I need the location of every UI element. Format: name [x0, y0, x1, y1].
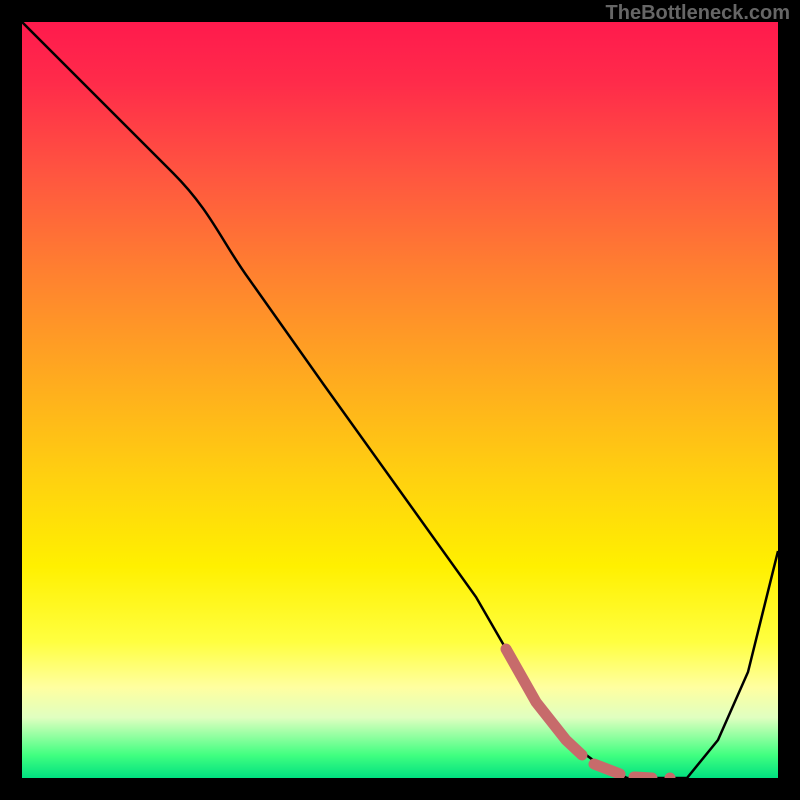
chart-svg — [22, 22, 778, 778]
bottleneck-curve-path — [22, 22, 778, 778]
watermark-text: TheBottleneck.com — [606, 2, 790, 25]
chart-plot-area — [22, 22, 778, 778]
